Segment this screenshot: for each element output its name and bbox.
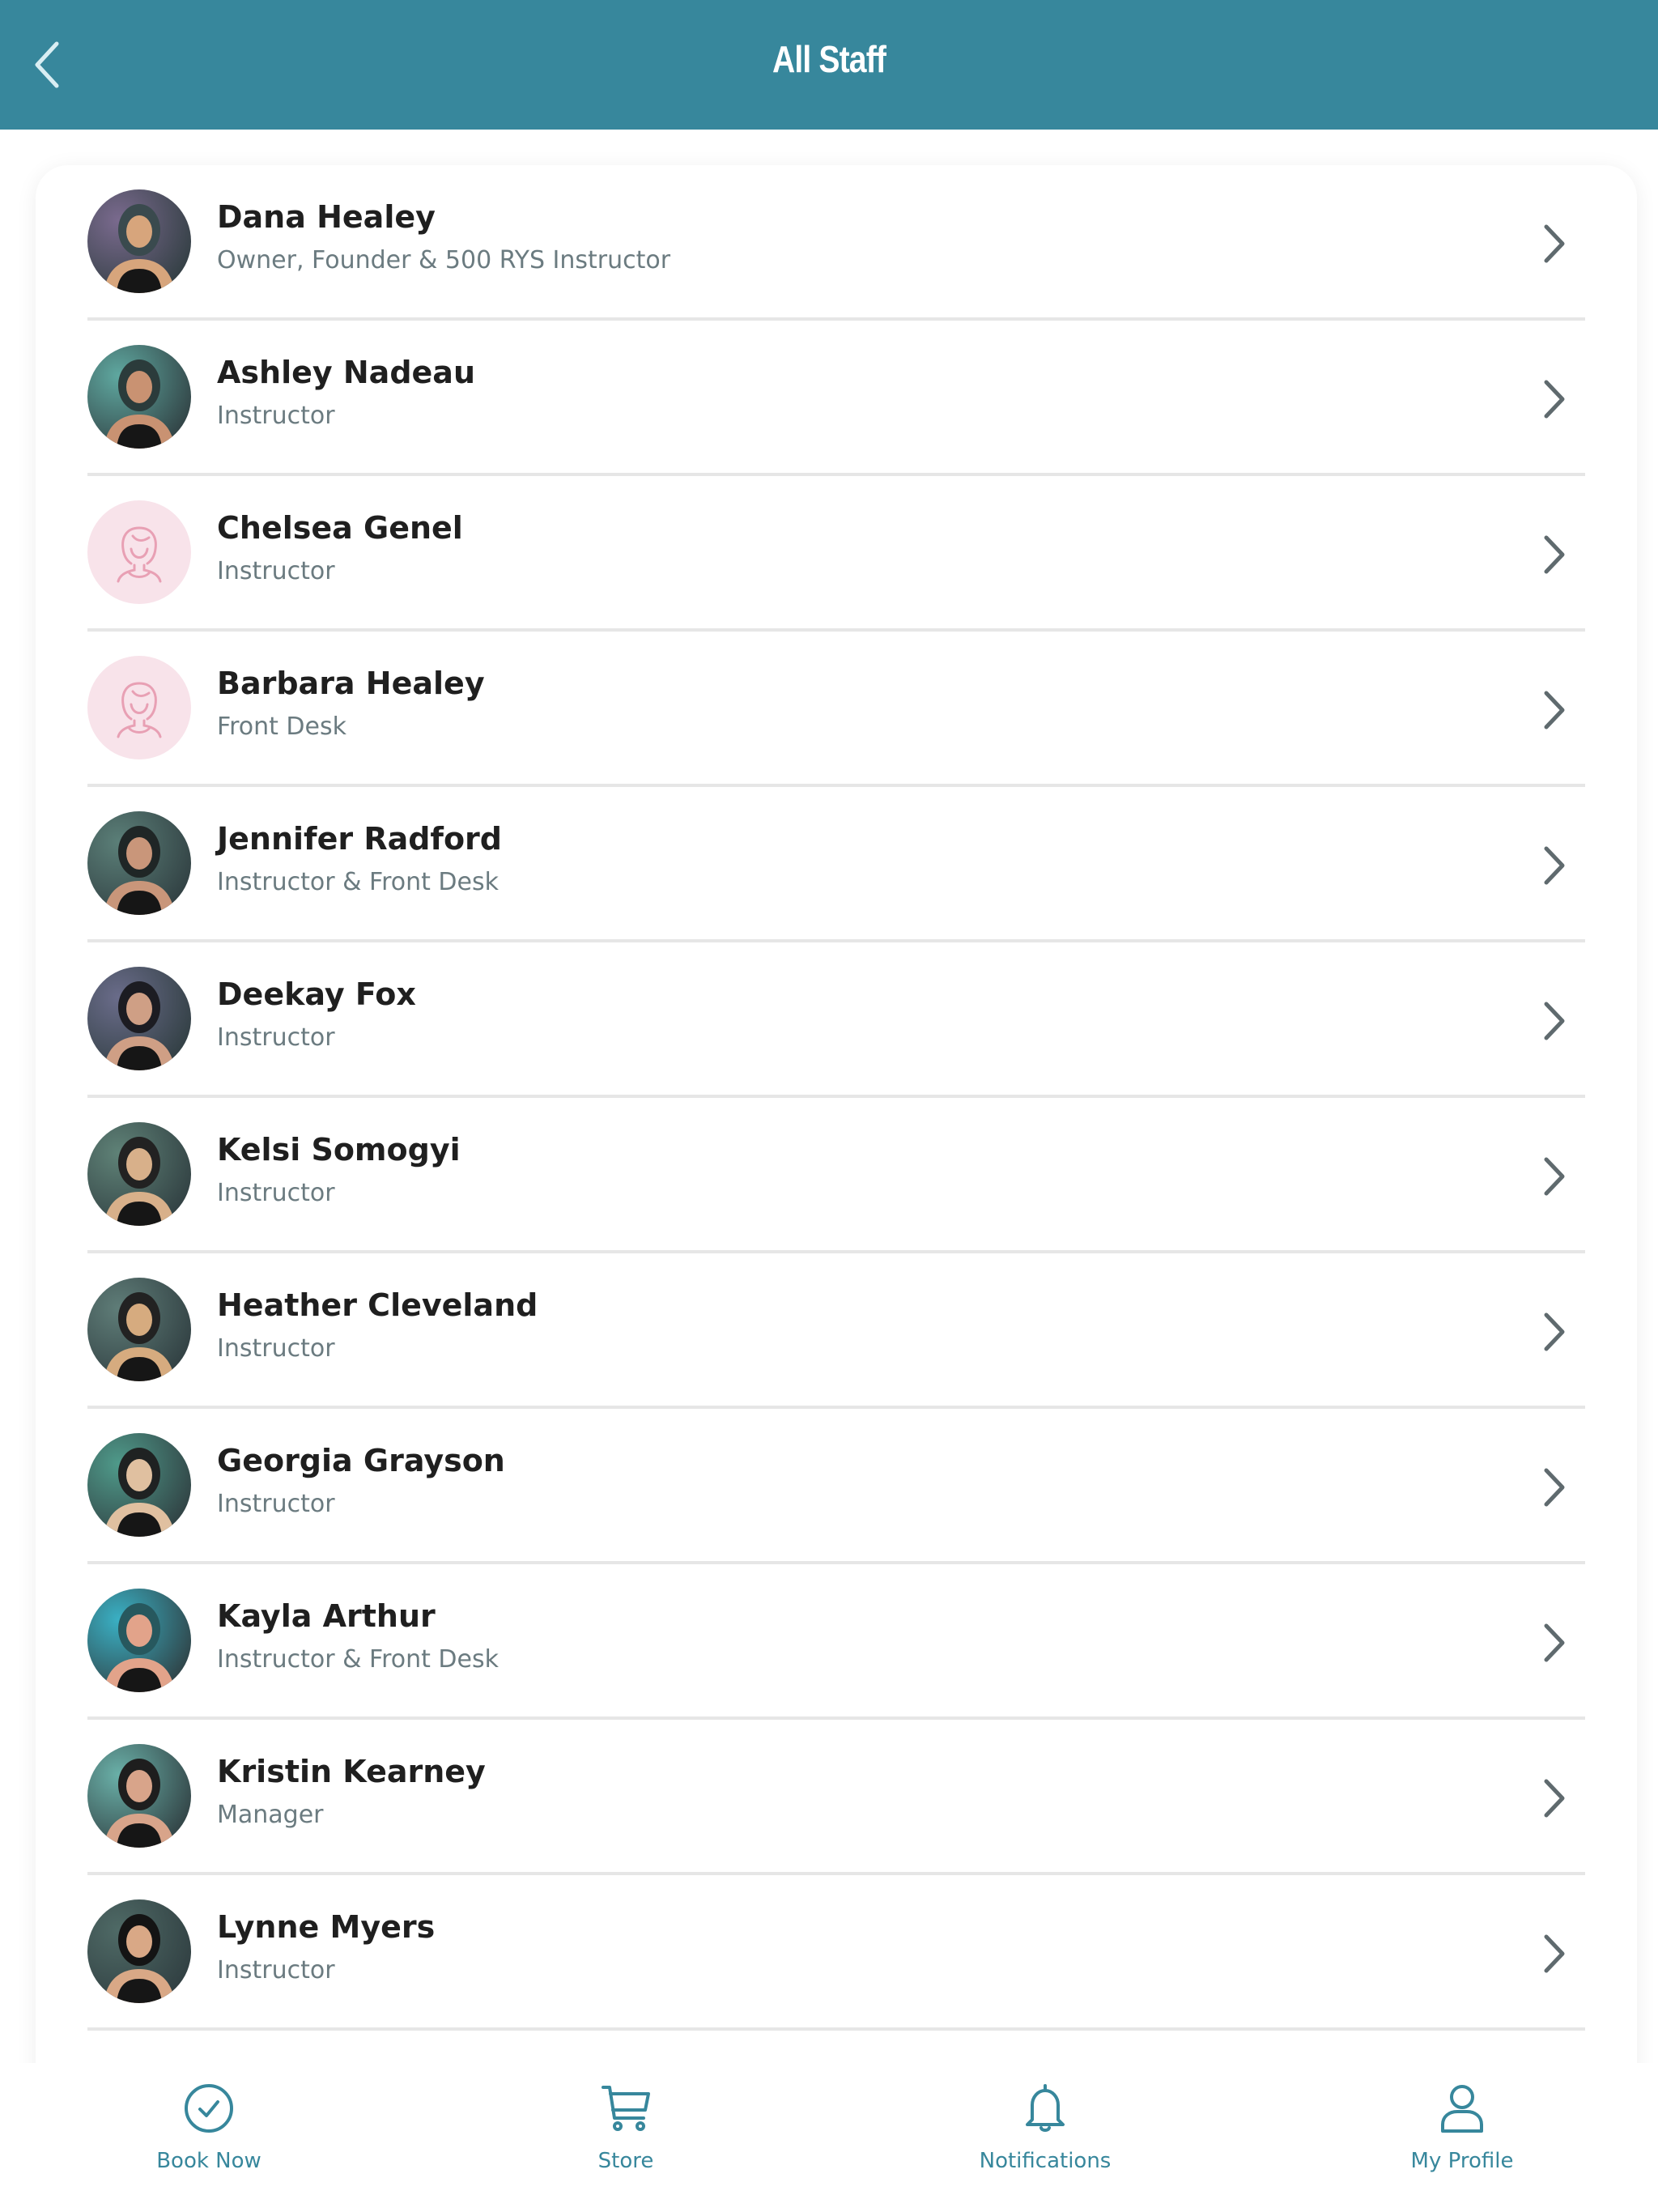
staff-list-item[interactable]: Deekay Fox Instructor bbox=[87, 942, 1585, 1098]
chevron-right-icon bbox=[1544, 535, 1565, 574]
chevron-right-icon bbox=[1544, 1623, 1565, 1662]
staff-role: Instructor bbox=[217, 402, 335, 430]
staff-list-item[interactable]: Heather Cleveland Instructor bbox=[87, 1253, 1585, 1409]
avatar-photo bbox=[87, 189, 191, 293]
avatar-placeholder bbox=[87, 656, 191, 759]
staff-role: Instructor & Front Desk bbox=[217, 868, 499, 896]
bottom-tab-bar: Book Now Store Notifications My Profile bbox=[0, 2063, 1658, 2212]
staff-name: Barbara Healey bbox=[217, 666, 485, 701]
chevron-right-icon bbox=[1544, 1779, 1565, 1818]
staff-list-item[interactable]: Jennifer Radford Instructor & Front Desk bbox=[87, 787, 1585, 942]
person-outline-icon bbox=[117, 526, 162, 583]
staff-list-item[interactable]: Dana Healey Owner, Founder & 500 RYS Ins… bbox=[87, 165, 1585, 321]
tab-notifications[interactable]: Notifications bbox=[924, 2063, 1167, 2212]
back-button[interactable] bbox=[29, 39, 70, 91]
person-photo-icon bbox=[104, 1914, 175, 2003]
chevron-right-icon bbox=[1544, 1312, 1565, 1351]
staff-name: Kristin Kearney bbox=[217, 1754, 486, 1789]
staff-role: Instructor bbox=[217, 1334, 335, 1363]
staff-name: Dana Healey bbox=[217, 199, 436, 235]
staff-list-item[interactable]: Kristin Kearney Manager bbox=[87, 1720, 1585, 1875]
chevron-right-icon bbox=[1544, 1468, 1565, 1507]
staff-list: Dana Healey Owner, Founder & 500 RYS Ins… bbox=[87, 165, 1585, 2031]
staff-list-item[interactable]: Barbara Healey Front Desk bbox=[87, 632, 1585, 787]
avatar-photo bbox=[87, 967, 191, 1070]
staff-name: Deekay Fox bbox=[217, 976, 416, 1012]
person-photo-icon bbox=[104, 981, 175, 1070]
tab-label: Book Now bbox=[156, 2149, 261, 2173]
tab-label: Store bbox=[597, 2149, 654, 2173]
avatar-photo bbox=[87, 1589, 191, 1692]
staff-role: Owner, Founder & 500 RYS Instructor bbox=[217, 246, 671, 274]
person-photo-icon bbox=[104, 359, 175, 449]
staff-name: Ashley Nadeau bbox=[217, 355, 475, 390]
avatar-photo bbox=[87, 1899, 191, 2003]
staff-name: Georgia Grayson bbox=[217, 1443, 505, 1478]
chevron-left-icon bbox=[35, 41, 59, 88]
chevron-right-icon bbox=[1544, 691, 1565, 730]
staff-role: Instructor bbox=[217, 1956, 335, 1984]
staff-list-item[interactable]: Kelsi Somogyi Instructor bbox=[87, 1098, 1585, 1253]
staff-role: Front Desk bbox=[217, 713, 346, 741]
staff-role: Instructor bbox=[217, 1490, 335, 1518]
tab-label: My Profile bbox=[1410, 2149, 1514, 2173]
chevron-right-icon bbox=[1544, 1002, 1565, 1040]
page-title: All Staff bbox=[772, 38, 886, 80]
chevron-right-icon bbox=[1544, 1157, 1565, 1196]
staff-role: Instructor & Front Desk bbox=[217, 1645, 499, 1674]
staff-name: Chelsea Genel bbox=[217, 510, 463, 546]
tab-my-profile[interactable]: My Profile bbox=[1341, 2063, 1584, 2212]
staff-name: Kelsi Somogyi bbox=[217, 1132, 461, 1168]
staff-name: Kayla Arthur bbox=[217, 1598, 436, 1634]
avatar-photo bbox=[87, 1744, 191, 1848]
staff-name: Lynne Myers bbox=[217, 1909, 436, 1945]
staff-role: Instructor bbox=[217, 1179, 335, 1207]
avatar-photo bbox=[87, 1278, 191, 1381]
tab-label: Notifications bbox=[979, 2149, 1112, 2173]
staff-list-item[interactable]: Ashley Nadeau Instructor bbox=[87, 321, 1585, 476]
person-outline-icon bbox=[117, 682, 162, 738]
app-header: All Staff bbox=[0, 0, 1658, 130]
chevron-right-icon bbox=[1544, 224, 1565, 263]
chevron-right-icon bbox=[1544, 380, 1565, 419]
staff-role: Instructor bbox=[217, 1023, 335, 1052]
staff-list-item[interactable]: Kayla Arthur Instructor & Front Desk bbox=[87, 1564, 1585, 1720]
staff-role: Manager bbox=[217, 1801, 324, 1829]
person-photo-icon bbox=[104, 204, 175, 293]
tab-store[interactable]: Store bbox=[504, 2063, 747, 2212]
avatar-photo bbox=[87, 1433, 191, 1537]
staff-list-item[interactable]: Chelsea Genel Instructor bbox=[87, 476, 1585, 632]
tab-book-now[interactable]: Book Now bbox=[87, 2063, 330, 2212]
avatar-placeholder bbox=[87, 500, 191, 604]
staff-role: Instructor bbox=[217, 557, 335, 585]
avatar-photo bbox=[87, 345, 191, 449]
chevron-right-icon bbox=[1544, 1934, 1565, 1973]
person-photo-icon bbox=[104, 1137, 175, 1226]
person-photo-icon bbox=[104, 826, 175, 915]
staff-list-item[interactable]: Lynne Myers Instructor bbox=[87, 1875, 1585, 2031]
person-photo-icon bbox=[104, 1603, 175, 1692]
staff-list-item[interactable]: Georgia Grayson Instructor bbox=[87, 1409, 1585, 1564]
staff-name: Heather Cleveland bbox=[217, 1287, 538, 1323]
chevron-right-icon bbox=[1544, 846, 1565, 885]
person-photo-icon bbox=[104, 1759, 175, 1848]
avatar-photo bbox=[87, 811, 191, 915]
avatar-photo bbox=[87, 1122, 191, 1226]
staff-name: Jennifer Radford bbox=[217, 821, 503, 857]
person-photo-icon bbox=[104, 1292, 175, 1381]
person-photo-icon bbox=[104, 1448, 175, 1537]
